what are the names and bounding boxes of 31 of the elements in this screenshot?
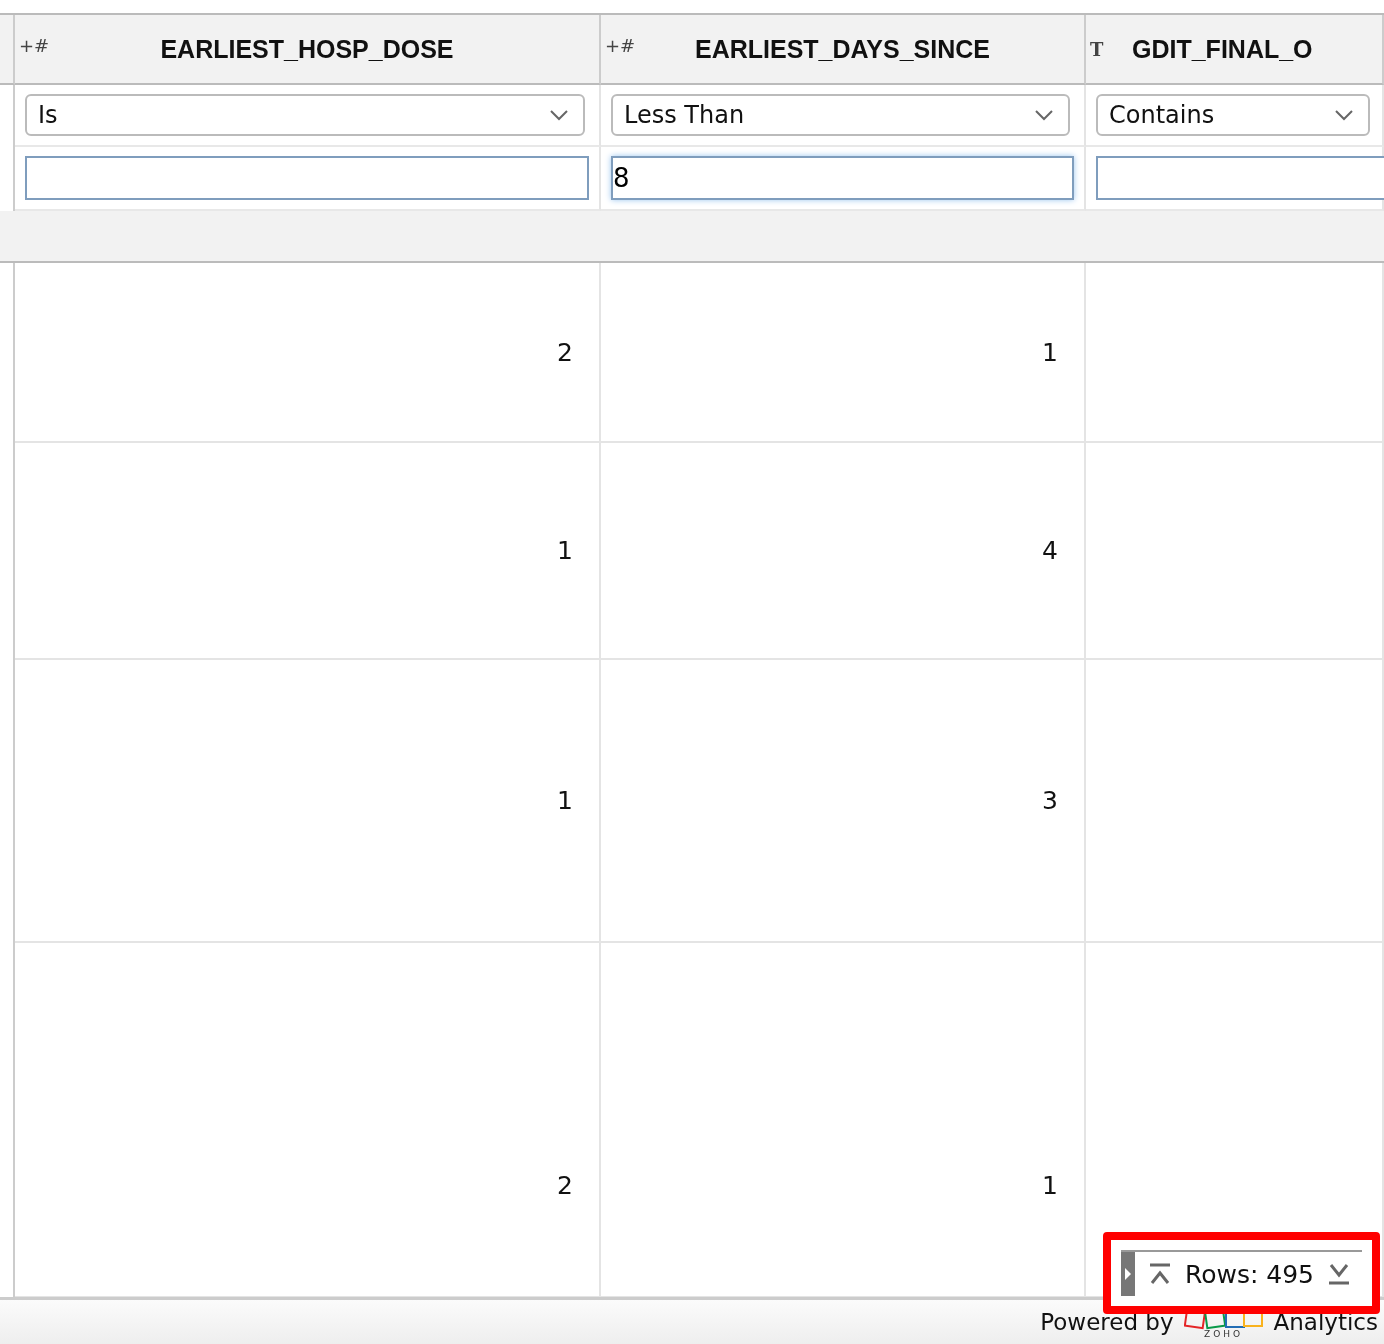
filter-input[interactable]: 8: [611, 156, 1074, 200]
scroll-to-top-icon[interactable]: [1148, 1263, 1171, 1285]
operator-dropdown[interactable]: Contains: [1096, 94, 1370, 136]
table-cell: 1: [601, 263, 1086, 443]
scroll-to-bottom-icon[interactable]: [1328, 1263, 1350, 1285]
table-cell: 1: [15, 660, 601, 943]
column-header[interactable]: +# EARLIEST_HOSP_DOSE: [15, 15, 601, 85]
column-header[interactable]: +# EARLIEST_DAYS_SINCE: [601, 15, 1086, 85]
product-name: Analytics: [1273, 1309, 1378, 1335]
table-cell: 1: [15, 443, 601, 660]
column-title: GDIT_FINAL_O: [1132, 34, 1313, 64]
corner-header-cell: [0, 15, 15, 85]
table-cell: 3: [601, 660, 1086, 943]
filter-input[interactable]: [1096, 156, 1384, 200]
powered-by-text: Powered by: [1040, 1309, 1174, 1335]
number-type-icon: +#: [605, 35, 636, 56]
chevron-down-icon: [1034, 109, 1054, 121]
rows-count: Rows: 495: [1184, 1259, 1314, 1289]
chevron-down-icon: [1334, 109, 1354, 121]
table-cell: 4: [601, 443, 1086, 660]
operator-dropdown[interactable]: Is: [25, 94, 585, 136]
table-cell: 2: [15, 263, 601, 443]
number-type-icon: +#: [19, 35, 50, 56]
expand-handle[interactable]: [1120, 1252, 1135, 1296]
column-header[interactable]: T GDIT_FINAL_O: [1086, 15, 1384, 85]
column-title: EARLIEST_DAYS_SINCE: [695, 34, 990, 64]
column-title: EARLIEST_HOSP_DOSE: [160, 34, 454, 64]
text-type-icon: T: [1090, 39, 1104, 60]
chevron-down-icon: [549, 109, 569, 121]
filter-input[interactable]: [25, 156, 589, 200]
operator-dropdown[interactable]: Less Than: [611, 94, 1070, 136]
